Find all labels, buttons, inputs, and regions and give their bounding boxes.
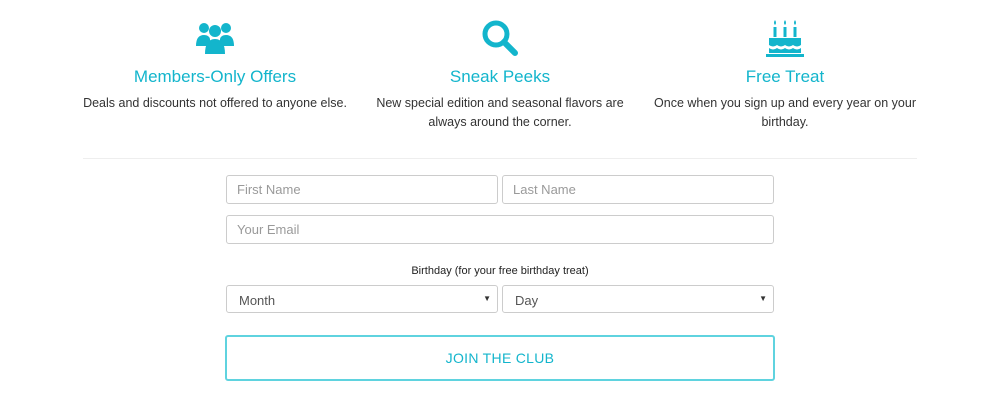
chevron-down-icon: ▼ <box>759 294 767 303</box>
feature-title: Sneak Peeks <box>449 67 551 86</box>
first-name-input[interactable] <box>226 175 498 204</box>
day-select-value: Day <box>515 293 539 308</box>
search-icon <box>482 20 518 56</box>
last-name-input[interactable] <box>502 175 774 204</box>
join-the-club-button[interactable]: JOIN THE CLUB <box>225 335 775 381</box>
day-select[interactable]: Day ▼ <box>502 285 774 313</box>
benefits-section: Members-Only Offers Deals and discounts … <box>0 0 1000 160</box>
birthday-label: Birthday (for your free birthday treat) <box>411 265 589 277</box>
chevron-down-icon: ▼ <box>483 294 491 303</box>
section-divider <box>83 158 917 159</box>
month-select[interactable]: Month ▼ <box>226 285 498 313</box>
feature-title: Members-Only Offers <box>133 67 297 86</box>
feature-description: New special edition and seasonal flavors… <box>376 96 624 129</box>
feature-description: Deals and discounts not offered to anyon… <box>83 96 347 110</box>
birthday-cake-icon <box>766 20 804 57</box>
feature-description: Once when you sign up and every year on … <box>654 96 916 129</box>
email-input[interactable] <box>226 215 774 244</box>
members-icon <box>196 23 234 54</box>
month-select-value: Month <box>239 293 276 308</box>
feature-title: Free Treat <box>745 67 825 86</box>
